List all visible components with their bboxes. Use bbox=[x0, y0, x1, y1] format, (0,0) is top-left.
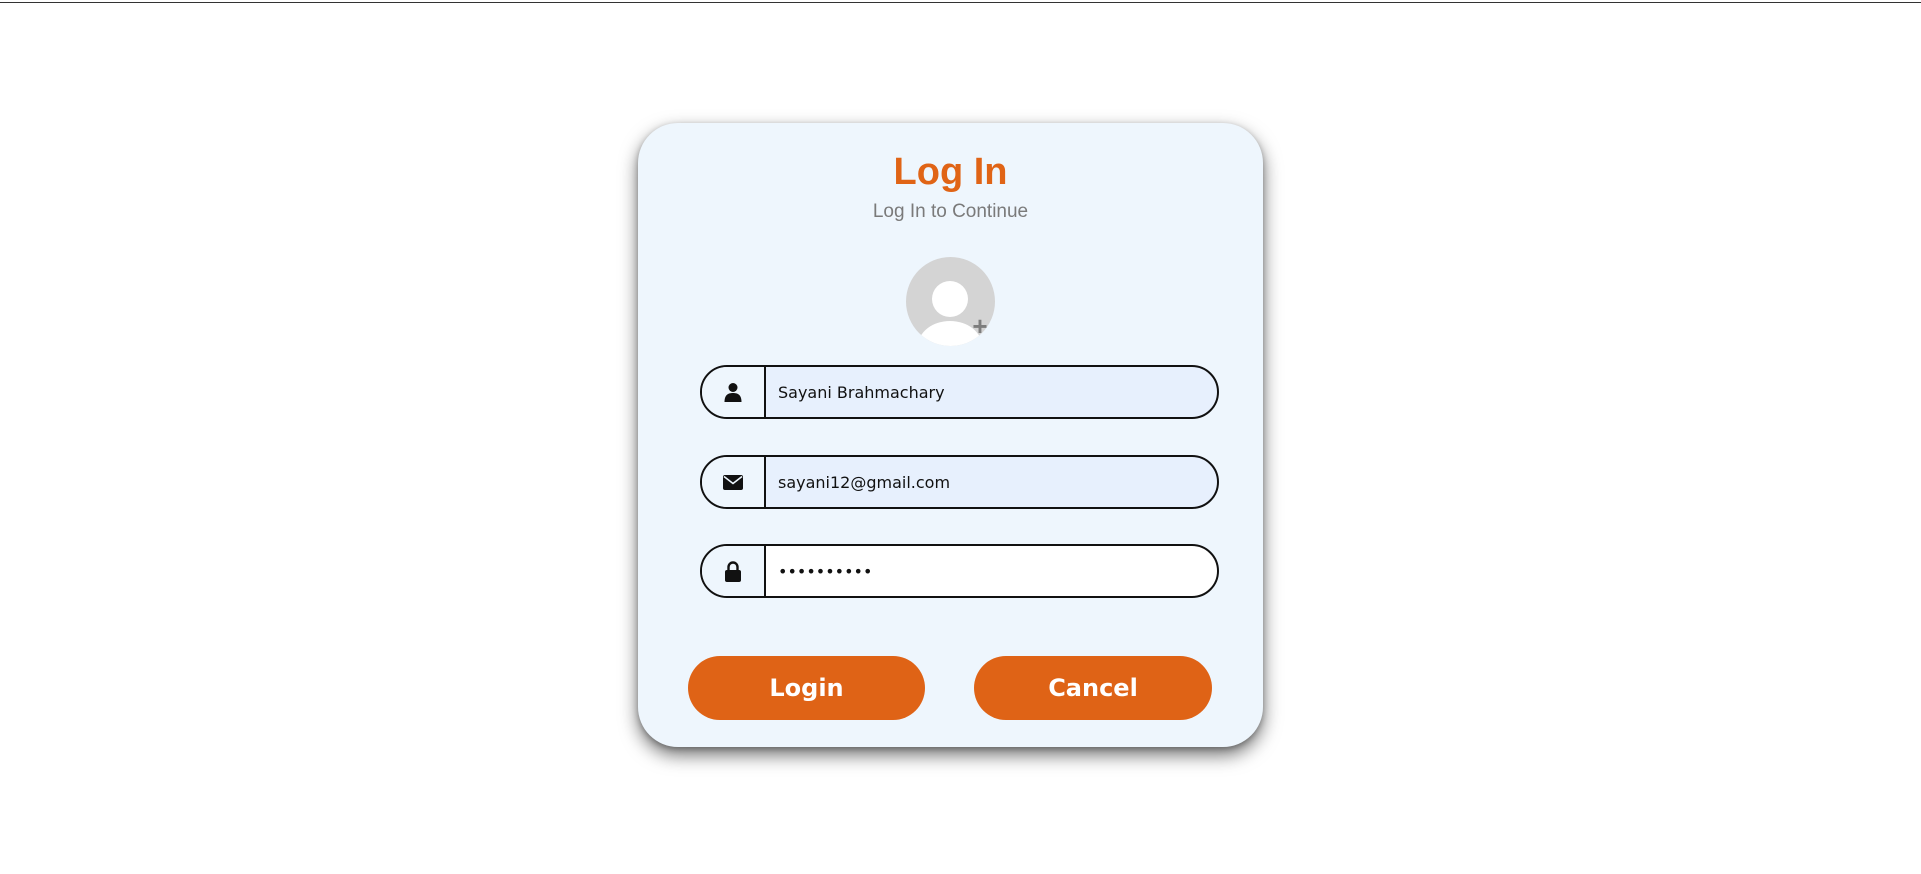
name-field bbox=[700, 365, 1219, 419]
email-field bbox=[700, 455, 1219, 509]
top-divider bbox=[0, 2, 1921, 3]
login-card: Log In Log In to Continue + Sayani Brahm… bbox=[638, 123, 1263, 747]
cancel-button[interactable]: Cancel bbox=[974, 656, 1212, 720]
user-icon bbox=[702, 367, 766, 417]
password-input[interactable] bbox=[766, 546, 1217, 596]
password-field bbox=[700, 544, 1219, 598]
page: Log In Log In to Continue + Sayani Brahm… bbox=[0, 0, 1921, 874]
lock-icon bbox=[702, 546, 766, 596]
envelope-icon bbox=[702, 457, 766, 507]
email-input[interactable] bbox=[766, 457, 1217, 507]
login-button[interactable]: Login bbox=[688, 656, 925, 720]
page-title: Log In bbox=[893, 151, 1008, 193]
plus-icon[interactable]: + bbox=[969, 313, 991, 339]
name-input[interactable] bbox=[766, 367, 1217, 417]
avatar-head bbox=[932, 281, 968, 317]
page-subtitle: Log In to Continue bbox=[872, 201, 1029, 222]
